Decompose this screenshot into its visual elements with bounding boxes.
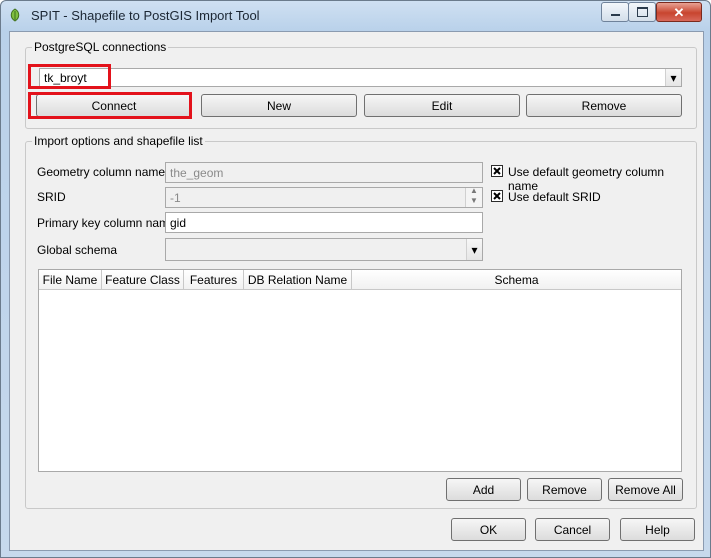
srid-spinbox[interactable]: -1 ▲ ▼ — [165, 186, 483, 208]
geometry-column-field[interactable]: the_geom — [165, 162, 483, 183]
remove-all-files-button[interactable]: Remove All — [608, 478, 683, 501]
maximize-icon — [636, 7, 648, 17]
help-button[interactable]: Help — [620, 518, 695, 541]
global-schema-label: Global schema — [37, 243, 118, 257]
import-options-title: Import options and shapefile list — [32, 134, 205, 148]
remove-connection-button[interactable]: Remove — [526, 94, 682, 117]
spin-arrows-icon[interactable]: ▲ ▼ — [465, 186, 482, 207]
dialog-body: PostgreSQL connections tk_broyt ▾ Connec… — [9, 31, 704, 551]
window-title: SPIT - Shapefile to PostGIS Import Tool — [31, 8, 260, 23]
maximize-button[interactable] — [628, 2, 656, 22]
use-default-geometry-label: Use default geometry column name — [508, 165, 665, 193]
highlight-connection-select — [28, 64, 111, 89]
column-header-db-relation-name[interactable]: DB Relation Name — [244, 270, 352, 290]
minimize-button[interactable] — [601, 2, 629, 22]
primary-key-field[interactable]: gid — [165, 212, 483, 233]
remove-file-button[interactable]: Remove — [527, 478, 602, 501]
primary-key-label: Primary key column name — [37, 216, 176, 230]
postgresql-connections-title: PostgreSQL connections — [32, 40, 169, 54]
column-header-features[interactable]: Features — [184, 270, 244, 290]
use-default-srid-label: Use default SRID — [508, 190, 601, 204]
postgresql-connections-group: PostgreSQL connections tk_broyt ▾ Connec… — [25, 40, 697, 129]
column-header-schema[interactable]: Schema — [352, 270, 681, 290]
title-bar[interactable]: SPIT - Shapefile to PostGIS Import Tool … — [1, 1, 710, 29]
close-button[interactable]: ✕ — [656, 2, 702, 22]
chevron-down-icon: ▾ — [466, 239, 482, 260]
geometry-column-label: Geometry column name — [37, 165, 166, 179]
use-default-geometry-checkbox[interactable] — [491, 165, 503, 177]
add-file-button[interactable]: Add — [446, 478, 521, 501]
ok-button[interactable]: OK — [451, 518, 526, 541]
column-header-file-name[interactable]: File Name — [39, 270, 102, 290]
global-schema-select[interactable]: ▾ — [165, 238, 483, 261]
use-default-srid-checkbox[interactable] — [491, 190, 503, 202]
chevron-down-icon: ▾ — [665, 69, 681, 86]
shapefile-table[interactable]: File Name Feature Class Features DB Rela… — [38, 269, 682, 472]
checkmark-icon — [493, 167, 501, 175]
highlight-connect-button — [28, 92, 192, 119]
srid-label: SRID — [37, 190, 66, 204]
cancel-button[interactable]: Cancel — [535, 518, 610, 541]
import-options-group: Import options and shapefile list Geomet… — [25, 134, 697, 509]
new-connection-button[interactable]: New — [201, 94, 357, 117]
close-icon: ✕ — [673, 4, 685, 20]
dialog-window: SPIT - Shapefile to PostGIS Import Tool … — [0, 0, 711, 558]
qgis-leaf-icon — [10, 8, 20, 22]
connection-select[interactable]: tk_broyt ▾ — [39, 68, 682, 87]
checkmark-icon — [493, 192, 501, 200]
column-header-feature-class[interactable]: Feature Class — [102, 270, 184, 290]
edit-connection-button[interactable]: Edit — [364, 94, 520, 117]
minimize-icon — [610, 14, 620, 16]
srid-value: -1 — [170, 191, 181, 205]
